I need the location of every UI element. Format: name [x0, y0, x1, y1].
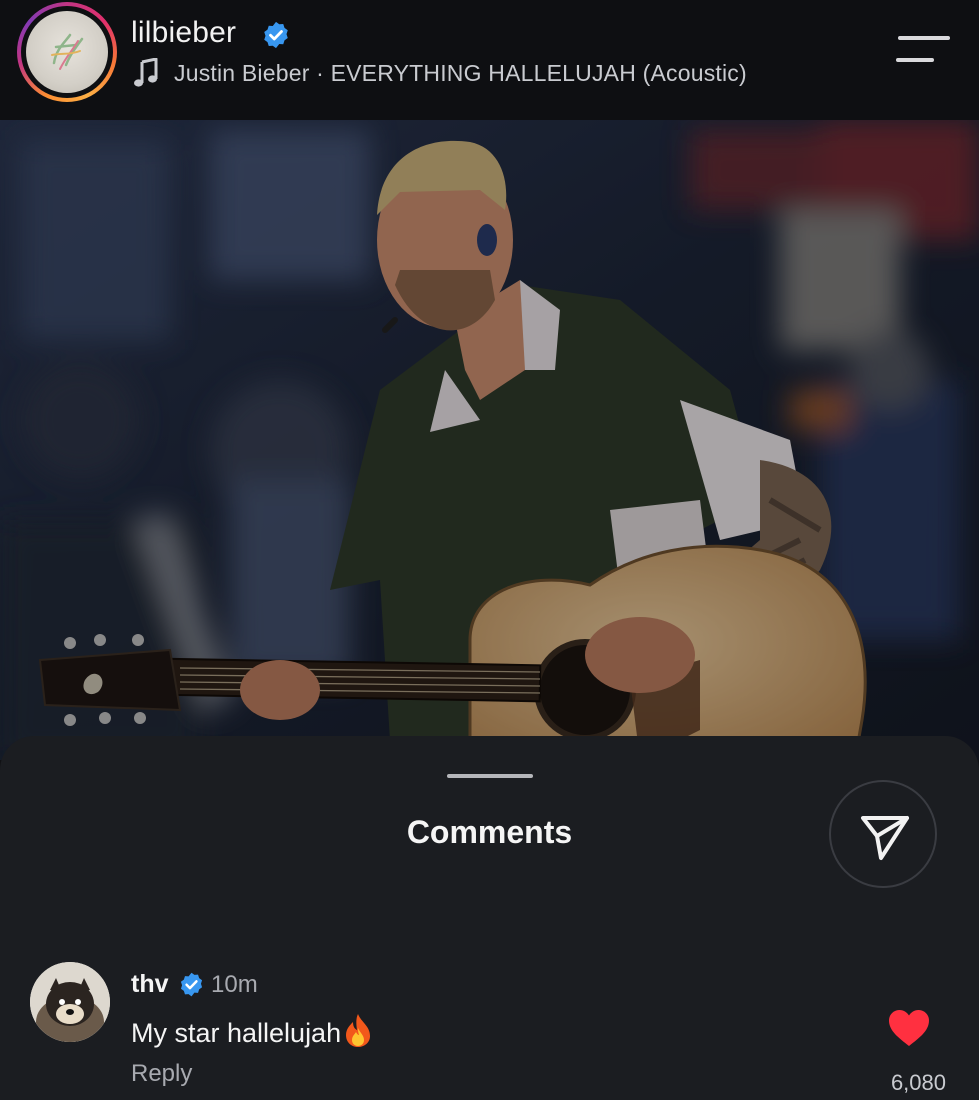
profile-avatar-ring[interactable] [17, 2, 117, 102]
post-header: lilbieber Justin Bieber · EVERYTHING HAL… [0, 0, 979, 120]
send-button[interactable] [829, 780, 937, 888]
reply-button[interactable]: Reply [131, 1060, 192, 1088]
music-note-icon [134, 58, 158, 87]
comment-body: My star hallelujah [131, 1012, 373, 1049]
comments-sheet: Comments thv 10m My star hallelujah Repl… [0, 736, 979, 1100]
menu-icon[interactable] [896, 34, 950, 68]
commenter-username[interactable]: thv [131, 970, 169, 999]
menu-line-bottom [896, 58, 934, 62]
header-username[interactable]: lilbieber [131, 16, 236, 50]
sheet-drag-handle[interactable] [447, 774, 533, 778]
comment-timestamp: 10m [211, 971, 258, 998]
avatar-ring-gap [21, 6, 113, 98]
verified-badge-icon [264, 21, 288, 49]
comment-text: My star hallelujah [131, 1018, 342, 1048]
like-count: 6,080 [890, 1070, 946, 1095]
image-overlay-dim [0, 120, 979, 760]
post-image[interactable] [0, 120, 979, 760]
verified-badge-icon [180, 972, 203, 997]
send-icon [861, 816, 909, 860]
profile-avatar[interactable] [26, 11, 108, 93]
menu-line-top [898, 36, 950, 40]
fire-icon [346, 1014, 371, 1047]
song-attribution[interactable]: Justin Bieber · EVERYTHING HALLELUJAH (A… [174, 60, 747, 87]
avatar-logo-icon [51, 33, 84, 70]
dog-avatar-icon [30, 962, 110, 1042]
commenter-avatar[interactable] [30, 962, 110, 1042]
heart-icon[interactable] [887, 1008, 931, 1048]
